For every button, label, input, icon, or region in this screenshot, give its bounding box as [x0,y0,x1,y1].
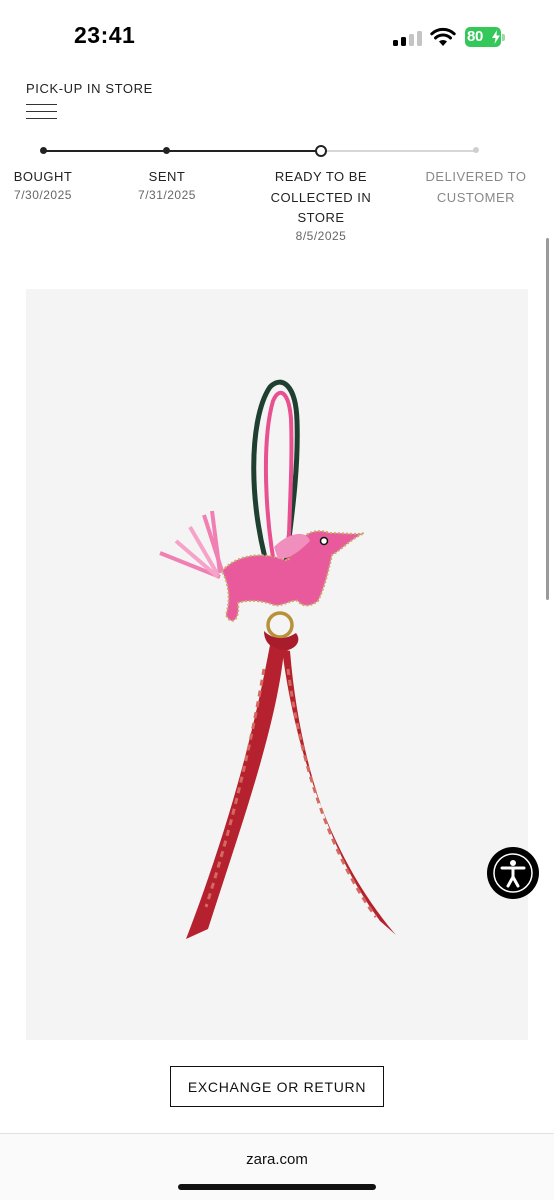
exchange-or-return-button[interactable]: EXCHANGE OR RETURN [170,1066,384,1107]
timeline-dot-sent [163,147,170,154]
page-scrollbar[interactable] [546,238,549,600]
timeline-step-delivered: DELIVERED TO CUSTOMER [411,167,541,208]
timeline-dot-bought [40,147,47,154]
timeline-step-bought: BOUGHT 7/30/2025 [0,167,108,203]
battery-cap [502,34,505,41]
cellular-signal-icon [393,31,423,46]
timeline-progress-line [43,150,321,152]
timeline-step-label: COLLECTED IN [270,189,372,205]
accessibility-button[interactable] [487,847,539,899]
timeline-step-date: 8/5/2025 [295,228,347,243]
hamburger-menu-icon[interactable] [26,104,57,119]
battery-icon: 80 [465,27,506,47]
timeline-pending-line [321,150,476,152]
timeline-step-label: DELIVERED TO [425,169,527,184]
timeline-step-sent: SENT 7/31/2025 [102,167,232,203]
status-time: 23:41 [74,22,136,48]
charging-bolt-icon [492,30,500,44]
timeline-step-ready: READY TO BE COLLECTED IN STORE 8/5/2025 [256,167,386,244]
timeline-step-date: 7/31/2025 [138,187,196,202]
timeline-step-label: BOUGHT [13,169,73,184]
timeline-step-date: 7/30/2025 [14,187,72,202]
timeline-step-label: READY TO BE [274,169,368,184]
product-photo [26,289,528,1040]
timeline-dot-delivered [473,147,479,153]
timeline-step-label: STORE [297,210,345,225]
browser-url[interactable]: zara.com [0,1151,554,1168]
battery-level: 80 [467,28,484,45]
accessibility-icon [493,853,533,893]
status-bar: 23:41 80 [0,0,554,74]
page-title: PICK-UP IN STORE [26,81,153,96]
bag-charm-illustration [159,379,396,939]
timeline-step-label: CUSTOMER [436,189,516,205]
timeline-step-label: SENT [148,169,186,184]
browser-address-bar[interactable]: zara.com [0,1133,554,1200]
timeline-dot-ready [315,145,327,157]
order-status-timeline: BOUGHT 7/30/2025 SENT 7/31/2025 READY TO… [0,140,554,250]
home-indicator[interactable] [178,1184,376,1190]
wifi-icon [430,27,456,46]
